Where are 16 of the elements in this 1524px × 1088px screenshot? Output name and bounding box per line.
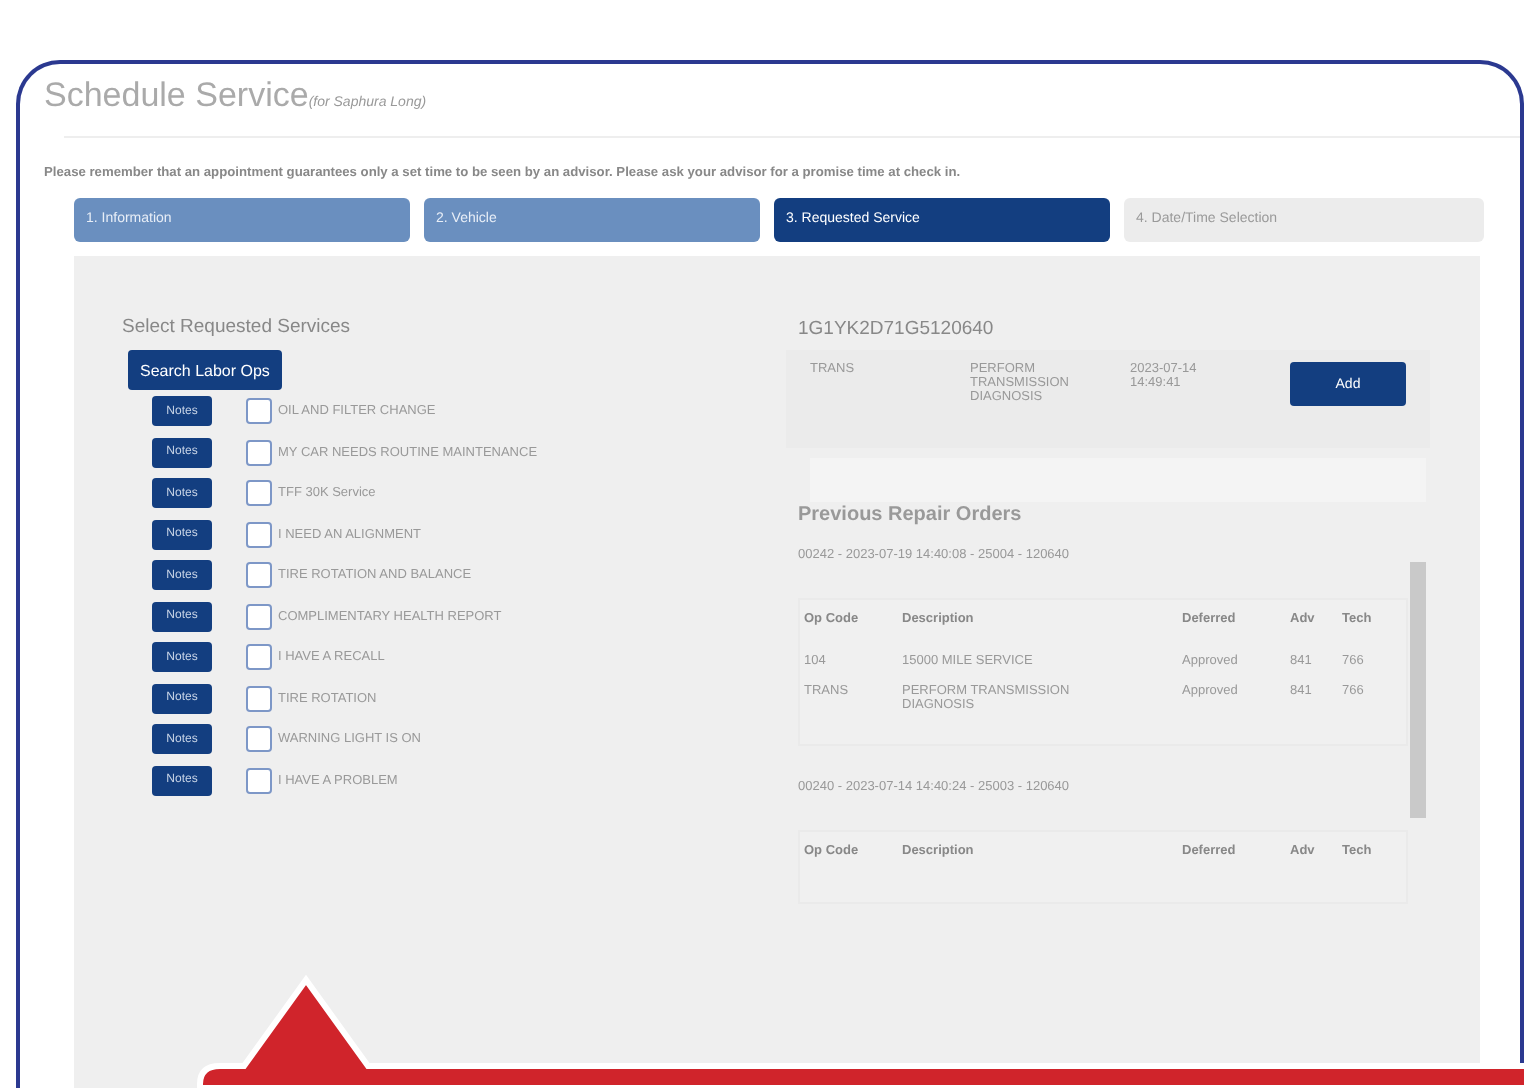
checkbox[interactable] [246,767,272,794]
scrollbar-thumb[interactable] [1409,562,1425,818]
checkbox[interactable] [246,685,272,712]
checkbox[interactable] [246,521,272,548]
checkbox[interactable] [246,480,272,507]
window-title: Schedule Service [44,76,309,116]
vin-text: 1G1YK2D71G5120640 [798,318,996,340]
checkbox[interactable] [246,726,272,753]
checkbox[interactable] [246,603,272,630]
checkbox[interactable] [246,562,272,589]
checkbox[interactable] [246,644,272,671]
search-labor-ops-button[interactable]: Search Labor Ops [128,350,282,390]
section-heading: Previous Repair Orders [798,504,1024,526]
checkbox[interactable] [246,398,272,425]
checkbox[interactable] [246,439,272,466]
section-heading: Select Requested Services [122,316,353,338]
